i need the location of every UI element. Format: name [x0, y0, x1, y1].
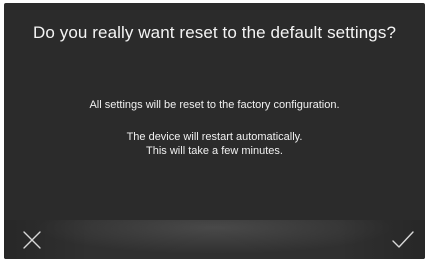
message-line-1: All settings will be reset to the factor…	[89, 99, 340, 111]
message-gap	[4, 112, 425, 130]
check-icon	[392, 231, 414, 248]
close-icon	[23, 231, 41, 249]
dialog-message: All settings will be reset to the factor…	[4, 98, 425, 158]
reset-dialog: Do you really want reset to the default …	[4, 3, 425, 259]
dialog-footer	[4, 220, 425, 259]
message-line-2: The device will restart automatically.	[126, 131, 303, 143]
message-line-3: This will take a few minutes.	[146, 145, 283, 157]
dialog-title: Do you really want reset to the default …	[32, 23, 397, 42]
confirm-button[interactable]	[389, 226, 417, 254]
cancel-button[interactable]	[18, 226, 46, 254]
